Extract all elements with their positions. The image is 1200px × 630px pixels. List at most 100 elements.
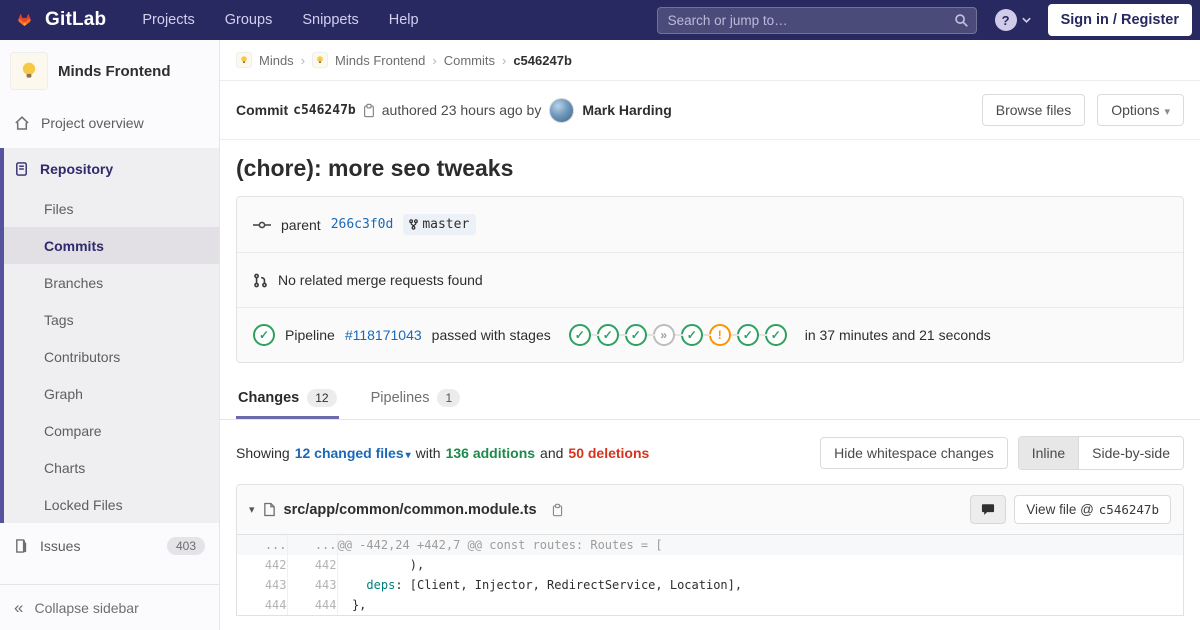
comment-icon	[981, 503, 995, 516]
sidebar-item-compare[interactable]: Compare	[4, 412, 219, 449]
author-avatar[interactable]	[549, 98, 574, 123]
code-text: },	[352, 598, 366, 612]
sidebar-item-tags[interactable]: Tags	[4, 301, 219, 338]
pipeline-label: Pipeline	[285, 327, 335, 343]
sidebar-item-graph[interactable]: Graph	[4, 375, 219, 412]
code-text: : [Client, Injector, RedirectService, Lo…	[395, 578, 742, 592]
diff-line: 442 442 ),	[237, 555, 1183, 575]
diff-table: ... ... @@ -442,24 +442,7 @@ const route…	[237, 535, 1183, 615]
copy-file-path-button[interactable]	[551, 503, 564, 517]
changed-files-dropdown[interactable]: 12 changed files▾	[295, 445, 411, 461]
stage-status-icon[interactable]: »	[653, 324, 675, 346]
stage-status-icon[interactable]: ✓	[737, 324, 759, 346]
sidebar-item-commits[interactable]: Commits	[4, 227, 219, 264]
diff-view-actions: Hide whitespace changes Inline Side-by-s…	[820, 436, 1184, 470]
search-input[interactable]	[657, 7, 977, 34]
tab-pipelines[interactable]: Pipelines 1	[369, 379, 463, 419]
showing-label: Showing	[236, 445, 290, 461]
stage-status-icon[interactable]: ✓	[597, 324, 619, 346]
breadcrumb-group[interactable]: Minds	[259, 53, 294, 68]
sidebar-item-branches[interactable]: Branches	[4, 264, 219, 301]
caret-down-icon: ▾	[406, 450, 411, 461]
breadcrumb-separator-icon: ›	[301, 53, 305, 68]
breadcrumb-separator-icon: ›	[502, 53, 506, 68]
help-icon: ?	[995, 9, 1017, 31]
pipeline-id-link[interactable]: #118171043	[345, 327, 422, 343]
new-line-number[interactable]: 442	[287, 555, 337, 575]
sidebar-item-files[interactable]: Files	[4, 190, 219, 227]
hide-whitespace-button[interactable]: Hide whitespace changes	[820, 437, 1008, 469]
options-label: Options	[1111, 102, 1159, 118]
authored-text: authored 23 hours ago by	[382, 102, 542, 118]
issues-icon	[14, 538, 29, 554]
project-sidebar: Minds Frontend Project overview Reposito…	[0, 40, 220, 630]
nav-snippets[interactable]: Snippets	[302, 12, 358, 28]
tab-changes[interactable]: Changes 12	[236, 379, 339, 419]
stage-status-icon[interactable]: ✓	[681, 324, 703, 346]
copy-icon	[551, 503, 564, 517]
collapse-file-caret-icon[interactable]: ▾	[249, 503, 255, 516]
commit-header: Commit c546247b authored 23 hours ago by…	[220, 81, 1200, 140]
collapse-sidebar-button[interactable]: « Collapse sidebar	[0, 584, 219, 630]
diff-match-line: ... ... @@ -442,24 +442,7 @@ const route…	[237, 535, 1183, 555]
nav-groups[interactable]: Groups	[225, 12, 273, 28]
deletions-count: 50 deletions	[568, 445, 649, 461]
browse-files-button[interactable]: Browse files	[982, 94, 1085, 126]
breadcrumb-project[interactable]: Minds Frontend	[335, 53, 425, 68]
search-icon[interactable]	[954, 13, 969, 28]
view-file-button[interactable]: View file @ c546247b	[1014, 495, 1171, 524]
diff-file-path[interactable]: src/app/common/common.module.ts	[284, 502, 537, 518]
home-icon	[14, 115, 30, 131]
new-line-number[interactable]: 443	[287, 575, 337, 595]
old-line-number[interactable]: 444	[237, 595, 287, 615]
sidebar-item-issues[interactable]: Issues 403	[0, 523, 219, 569]
sidebar-item-locked-files[interactable]: Locked Files	[4, 486, 219, 523]
branch-icon	[408, 218, 419, 231]
stage-status-icon[interactable]: ✓	[569, 324, 591, 346]
side-by-side-view-button[interactable]: Side-by-side	[1078, 437, 1183, 469]
old-line-number[interactable]: 443	[237, 575, 287, 595]
diff-file: ▾ src/app/common/common.module.ts	[236, 484, 1184, 616]
help-menu[interactable]: ?	[995, 9, 1032, 31]
gitlab-tanuki-icon	[12, 8, 37, 32]
diff-line: 443 443 deps: [Client, Injector, Redirec…	[237, 575, 1183, 595]
pipelines-count-badge: 1	[437, 389, 460, 407]
sidebar-project-header[interactable]: Minds Frontend	[0, 40, 219, 102]
stage-status-icon[interactable]: ✓	[625, 324, 647, 346]
main-content: Minds › Minds Frontend › Commits › c5462…	[220, 40, 1200, 630]
no-merge-requests-text: No related merge requests found	[278, 272, 483, 288]
pipeline-row: ✓ Pipeline #118171043 passed with stages…	[237, 307, 1183, 362]
commit-tabs: Changes 12 Pipelines 1	[220, 379, 1200, 420]
sign-in-register-button[interactable]: Sign in / Register	[1048, 4, 1192, 36]
code-text: ),	[410, 558, 424, 572]
options-dropdown-button[interactable]: Options▾	[1097, 94, 1184, 126]
pipeline-status-icon[interactable]: ✓	[253, 324, 275, 346]
sidebar-item-repository[interactable]: Repository	[4, 148, 219, 190]
commit-info-box: parent 266c3f0d master No related merge …	[236, 196, 1184, 363]
parent-sha-link[interactable]: 266c3f0d	[331, 217, 394, 232]
copy-sha-button[interactable]	[362, 103, 376, 118]
sidebar-section-repository: Repository Files Commits Branches Tags C…	[0, 148, 219, 523]
issues-count-badge: 403	[167, 537, 205, 555]
breadcrumb-current-sha: c546247b	[513, 53, 572, 68]
breadcrumb-commits[interactable]: Commits	[444, 53, 495, 68]
view-file-sha: c546247b	[1099, 502, 1159, 517]
old-line-number: ...	[237, 535, 287, 555]
old-line-number[interactable]: 442	[237, 555, 287, 575]
branch-name: master	[422, 217, 469, 232]
stage-status-icon[interactable]: !	[709, 324, 731, 346]
author-name[interactable]: Mark Harding	[582, 102, 671, 118]
new-line-number: ...	[287, 535, 337, 555]
nav-help[interactable]: Help	[389, 12, 419, 28]
new-line-number[interactable]: 444	[287, 595, 337, 615]
sidebar-item-label: Issues	[40, 538, 80, 554]
sidebar-item-contributors[interactable]: Contributors	[4, 338, 219, 375]
sidebar-item-charts[interactable]: Charts	[4, 449, 219, 486]
gitlab-logo[interactable]: GitLab	[12, 8, 106, 32]
branch-ref-label[interactable]: master	[403, 214, 476, 235]
nav-projects[interactable]: Projects	[142, 12, 194, 28]
stage-status-icon[interactable]: ✓	[765, 324, 787, 346]
sidebar-item-project-overview[interactable]: Project overview	[0, 102, 219, 144]
toggle-comments-button[interactable]	[970, 495, 1006, 524]
inline-view-button[interactable]: Inline	[1019, 437, 1078, 469]
